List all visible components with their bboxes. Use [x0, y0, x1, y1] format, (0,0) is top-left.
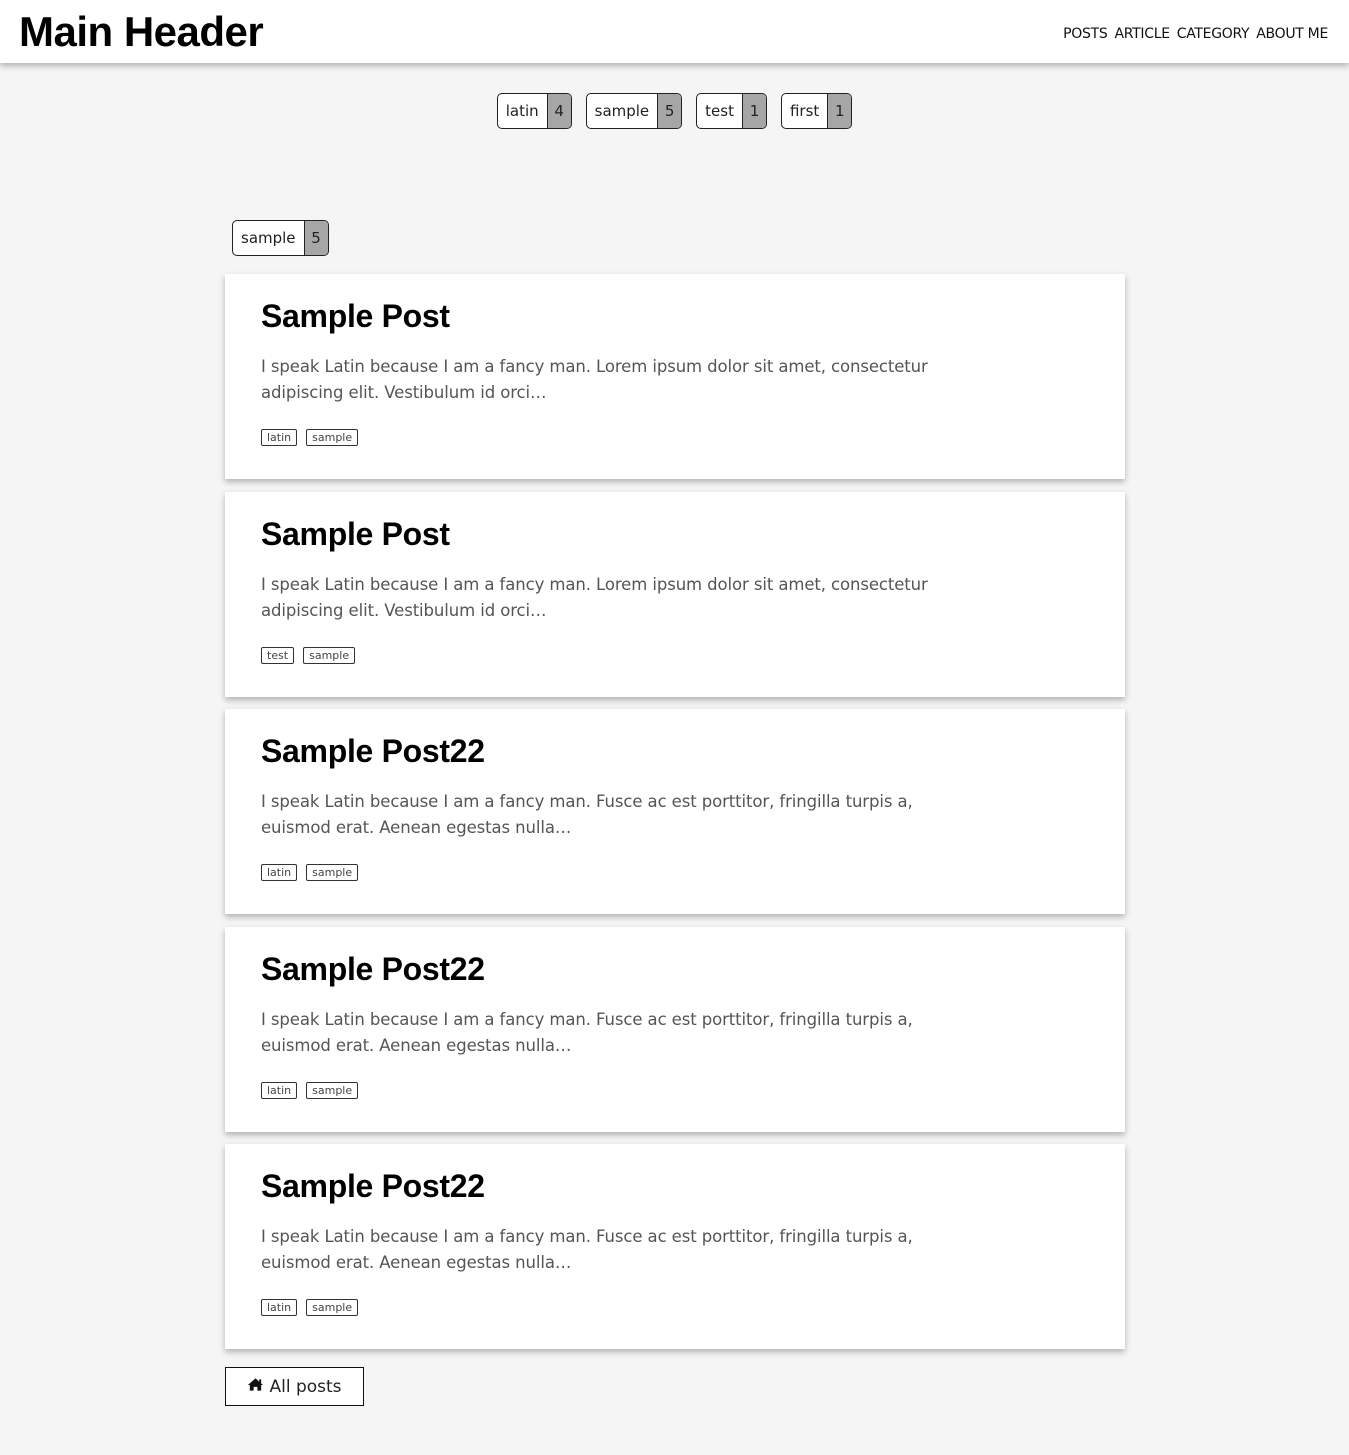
post-excerpt: I speak Latin because I am a fancy man. … [261, 1227, 913, 1272]
tag-count: 1 [827, 94, 852, 128]
post-list: Sample Post I speak Latin because I am a… [225, 274, 1125, 1362]
tag-pill-test[interactable]: test 1 [696, 93, 767, 129]
tag-name: first [789, 102, 820, 120]
post-tag[interactable]: test [261, 646, 295, 664]
tag-name: sample [241, 229, 296, 247]
home-icon [247, 1377, 264, 1396]
current-tag-pill[interactable]: sample 5 [232, 220, 329, 256]
post-card[interactable]: Sample Post22 I speak Latin because I am… [225, 926, 1125, 1132]
post-title[interactable]: Sample Post22 [261, 731, 1089, 771]
post-tag[interactable]: latin [261, 1299, 298, 1316]
post-tag[interactable]: latin [261, 864, 298, 881]
post-card[interactable]: Sample Post I speak Latin because I am a… [225, 491, 1125, 697]
post-tags: latin sample [261, 864, 359, 881]
post-title[interactable]: Sample Post [261, 514, 1089, 554]
post-title[interactable]: Sample Post22 [261, 1166, 1089, 1206]
tag-count: 1 [741, 94, 766, 128]
tag-name: test [705, 102, 734, 120]
tag-name: latin [505, 102, 539, 120]
main-nav: POSTS ARTICLE CATEGORY ABOUT ME [1063, 25, 1328, 43]
post-excerpt: I speak Latin because I am a fancy man. … [261, 792, 913, 837]
post-tags: latin sample [261, 429, 359, 446]
post-excerpt: I speak Latin because I am a fancy man. … [261, 1009, 913, 1055]
post-card[interactable]: Sample Post I speak Latin because I am a… [225, 274, 1125, 479]
post-tag[interactable]: sample [306, 1299, 359, 1316]
all-posts-button[interactable]: All posts [225, 1367, 364, 1406]
post-excerpt: I speak Latin because I am a fancy man. … [261, 357, 928, 402]
post-card[interactable]: Sample Post22 I speak Latin because I am… [225, 709, 1125, 914]
post-tag[interactable]: sample [306, 864, 359, 881]
post-tag[interactable]: latin [261, 429, 298, 446]
post-tag[interactable]: sample [303, 646, 356, 664]
post-tags: latin sample [261, 1081, 359, 1099]
post-tags: test sample [261, 646, 356, 664]
tag-count: 4 [546, 94, 571, 128]
post-tag[interactable]: sample [306, 429, 359, 446]
nav-posts[interactable]: POSTS [1063, 25, 1108, 43]
tag-name: sample [594, 102, 650, 120]
post-card[interactable]: Sample Post22 I speak Latin because I am… [225, 1144, 1125, 1349]
post-tag[interactable]: sample [306, 1081, 359, 1099]
nav-about-me[interactable]: ABOUT ME [1256, 25, 1328, 43]
nav-category[interactable]: CATEGORY [1177, 25, 1250, 43]
tag-pill-sample[interactable]: sample 5 [585, 93, 683, 129]
tag-cloud: latin 4 sample 5 test 1 first 1 [0, 93, 1349, 129]
post-tag[interactable]: latin [261, 1081, 298, 1099]
tag-count: 5 [657, 94, 682, 128]
post-excerpt: I speak Latin because I am a fancy man. … [261, 574, 928, 620]
post-title[interactable]: Sample Post22 [261, 949, 1089, 989]
site-header: Main Header POSTS ARTICLE CATEGORY ABOUT… [0, 0, 1349, 63]
tag-count: 5 [303, 221, 328, 255]
tag-pill-first[interactable]: first 1 [780, 93, 853, 129]
site-title[interactable]: Main Header [19, 6, 264, 58]
tag-pill-latin[interactable]: latin 4 [496, 93, 572, 129]
post-tags: latin sample [261, 1299, 359, 1316]
post-title[interactable]: Sample Post [261, 296, 1089, 336]
all-posts-label: All posts [269, 1376, 342, 1397]
nav-article[interactable]: ARTICLE [1114, 25, 1170, 43]
